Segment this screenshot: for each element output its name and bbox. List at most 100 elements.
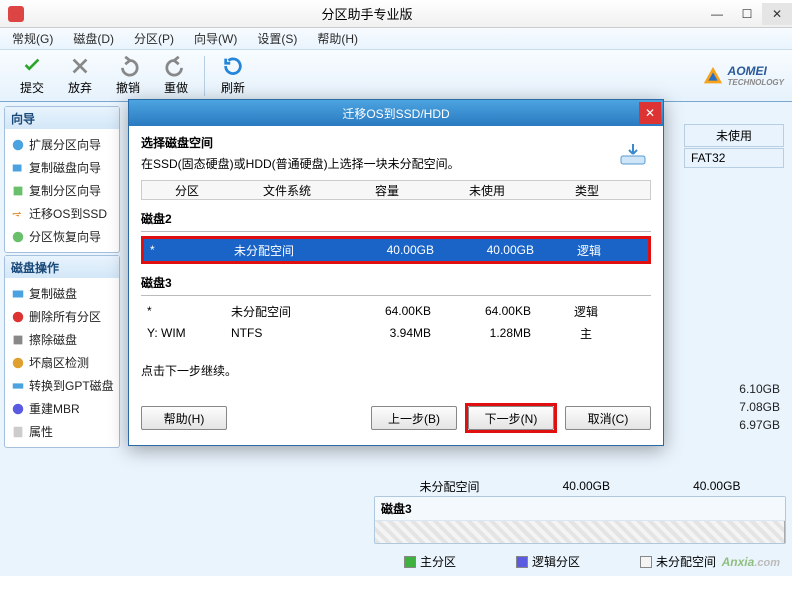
props-icon — [11, 425, 25, 439]
cancel-button[interactable]: 取消(C) — [565, 406, 651, 430]
col-type: 类型 — [542, 182, 632, 199]
wizard-item-migrateos[interactable]: 迁移OS到SSD — [7, 202, 117, 225]
diskop-props[interactable]: 属性 — [7, 420, 117, 443]
dialog-footer: 帮助(H) 上一步(B) 下一步(N) 取消(C) — [129, 395, 663, 445]
dialog-title: 迁移OS到SSD/HDD — [342, 105, 449, 122]
legend: 主分区 逻辑分区 未分配空间 — [404, 553, 716, 570]
menu-general[interactable]: 常规(G) — [4, 28, 61, 49]
watermark: Anxia.com — [722, 549, 780, 572]
disk2-row-highlight: * 未分配空间 40.00GB 40.00GB 逻辑 — [141, 236, 651, 264]
extend-icon — [11, 138, 25, 152]
menu-partition[interactable]: 分区(P) — [126, 28, 182, 49]
diskop-deleteall[interactable]: 删除所有分区 — [7, 305, 117, 328]
disk2-row[interactable]: * 未分配空间 40.00GB 40.00GB 逻辑 — [144, 239, 648, 261]
migrate-dialog: 迁移OS到SSD/HDD ✕ 选择磁盘空间 在SSD(固态硬盘)或HDD(普通硬… — [128, 99, 664, 446]
unalloc-swatch — [640, 556, 652, 568]
diskop-panel-title: 磁盘操作 — [5, 256, 119, 278]
redo-button[interactable]: 重做 — [152, 52, 200, 100]
next-button[interactable]: 下一步(N) — [468, 406, 554, 430]
col-unused: 未使用 — [442, 182, 542, 199]
download-icon — [619, 142, 647, 166]
disk3-bar[interactable]: 磁盘3 — [374, 496, 786, 544]
brand-logo: AOMEI TECHNOLOGY — [702, 64, 784, 87]
wizard-item-extend[interactable]: 扩展分区向导 — [7, 133, 117, 156]
size-3: 6.97GB — [739, 418, 780, 432]
refresh-label: 刷新 — [221, 79, 245, 96]
minimize-button[interactable]: — — [702, 3, 732, 25]
col-cap: 容量 — [342, 182, 442, 199]
menu-disk[interactable]: 磁盘(D) — [65, 28, 122, 49]
disk3-title: 磁盘3 — [141, 274, 651, 291]
discard-button[interactable]: 放弃 — [56, 52, 104, 100]
badsector-icon — [11, 356, 25, 370]
dialog-close-button[interactable]: ✕ — [639, 102, 661, 124]
logic-swatch — [516, 556, 528, 568]
diskop-copy[interactable]: 复制磁盘 — [7, 282, 117, 305]
size-list: 6.10GB 7.08GB 6.97GB — [739, 382, 780, 432]
unused-header: 未使用 — [684, 124, 784, 147]
sidebar: 向导 扩展分区向导 复制磁盘向导 复制分区向导 迁移OS到SSD 分区恢复向导 … — [0, 102, 124, 576]
diskop-mbr[interactable]: 重建MBR — [7, 397, 117, 420]
check-icon — [21, 55, 43, 77]
disk2-title: 磁盘2 — [141, 210, 651, 227]
commit-label: 提交 — [20, 79, 44, 96]
undo-label: 撤销 — [116, 79, 140, 96]
dialog-titlebar: 迁移OS到SSD/HDD ✕ — [129, 100, 663, 126]
help-button[interactable]: 帮助(H) — [141, 406, 227, 430]
fat32-cell: FAT32 — [684, 148, 784, 168]
diskop-gpt[interactable]: 转换到GPT磁盘 — [7, 374, 117, 397]
wizard-panel: 向导 扩展分区向导 复制磁盘向导 复制分区向导 迁移OS到SSD 分区恢复向导 — [4, 106, 120, 253]
dialog-hint: 点击下一步继续。 — [141, 362, 651, 379]
diskop-wipe[interactable]: 擦除磁盘 — [7, 328, 117, 351]
migrate-icon — [11, 207, 25, 221]
wizard-item-copypart[interactable]: 复制分区向导 — [7, 179, 117, 202]
undo-icon — [117, 55, 139, 77]
mbr-icon — [11, 402, 25, 416]
wizard-panel-title: 向导 — [5, 107, 119, 129]
dialog-instruction: 在SSD(固态硬盘)或HDD(普通硬盘)上选择一块未分配空间。 — [141, 155, 651, 172]
primary-swatch — [404, 556, 416, 568]
disk3-row-1[interactable]: * 未分配空间 64.00KB 64.00KB 逻辑 — [141, 300, 651, 322]
wizard-item-copydisk[interactable]: 复制磁盘向导 — [7, 156, 117, 179]
col-fs: 文件系统 — [232, 182, 342, 199]
app-title: 分区助手专业版 — [32, 4, 702, 23]
maximize-button[interactable]: ☐ — [732, 3, 762, 25]
undo-button[interactable]: 撤销 — [104, 52, 152, 100]
commit-button[interactable]: 提交 — [8, 52, 56, 100]
delete-icon — [11, 310, 25, 324]
discard-label: 放弃 — [68, 79, 92, 96]
recover-icon — [11, 230, 25, 244]
unalloc-size: 40.00GB — [563, 479, 610, 493]
back-button[interactable]: 上一步(B) — [371, 406, 457, 430]
disk3-bar-title: 磁盘3 — [375, 497, 785, 521]
redo-label: 重做 — [164, 79, 188, 96]
menu-settings[interactable]: 设置(S) — [249, 28, 305, 49]
window-titlebar: 分区助手专业版 — ☐ ✕ — [0, 0, 792, 28]
close-button[interactable]: ✕ — [762, 3, 792, 25]
redo-icon — [165, 55, 187, 77]
col-partition: 分区 — [142, 182, 232, 199]
disk-bars: 未分配空间 40.00GB 40.00GB 磁盘3 — [374, 476, 786, 548]
wizard-item-recover[interactable]: 分区恢复向导 — [7, 225, 117, 248]
brand-sub: TECHNOLOGY — [728, 78, 784, 87]
disk-copy-icon — [11, 287, 25, 301]
app-icon — [8, 6, 24, 22]
wipe-icon — [11, 333, 25, 347]
menu-help[interactable]: 帮助(H) — [309, 28, 366, 49]
diskop-panel: 磁盘操作 复制磁盘 删除所有分区 擦除磁盘 坏扇区检测 转换到GPT磁盘 重建M… — [4, 255, 120, 448]
size-2: 7.08GB — [739, 400, 780, 414]
size-1: 6.10GB — [739, 382, 780, 396]
refresh-button[interactable]: 刷新 — [209, 52, 257, 100]
aomei-icon — [702, 65, 724, 87]
x-icon — [69, 55, 91, 77]
copypart-icon — [11, 184, 25, 198]
legend-logic: 逻辑分区 — [516, 553, 580, 570]
legend-unalloc: 未分配空间 — [640, 553, 716, 570]
copydisk-icon — [11, 161, 25, 175]
diskop-badsector[interactable]: 坏扇区检测 — [7, 351, 117, 374]
toolbar-separator — [204, 56, 205, 96]
disk3-row-2[interactable]: Y: WIM NTFS 3.94MB 1.28MB 主 — [141, 322, 651, 344]
refresh-icon — [222, 55, 244, 77]
menu-wizard[interactable]: 向导(W) — [186, 28, 245, 49]
brand-name: AOMEI — [728, 64, 784, 78]
